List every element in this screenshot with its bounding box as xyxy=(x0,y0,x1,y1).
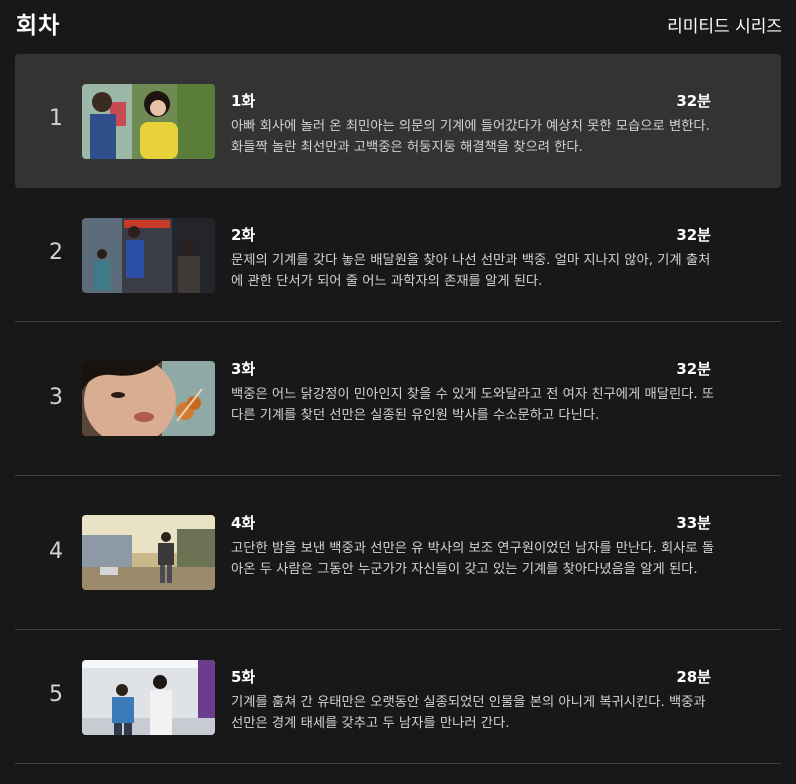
episode-description: 백중은 어느 닭강정이 민아인지 찾을 수 있게 도와달라고 전 여자 친구에게… xyxy=(231,387,715,423)
episode-description: 고단한 밤을 보낸 백중과 선만은 유 박사의 보조 연구원이었던 남자를 만난… xyxy=(231,541,715,577)
episode-thumbnail[interactable] xyxy=(82,361,215,436)
episode-title: 2화 xyxy=(231,226,256,244)
episodes-header: 회차 리미티드 시리즈 xyxy=(16,0,782,44)
episode-duration: 32분 xyxy=(676,92,711,110)
episode-duration: 28분 xyxy=(676,668,711,686)
episode-description: 아빠 회사에 놀러 온 최민아는 의문의 기계에 들어갔다가 예상치 못한 모습… xyxy=(231,119,710,155)
episode-title: 1화 xyxy=(231,92,256,110)
episode-thumbnail[interactable] xyxy=(82,660,215,735)
episode-2-still xyxy=(82,218,215,293)
episode-title: 5화 xyxy=(231,668,256,686)
episode-duration: 32분 xyxy=(676,226,711,244)
episode-description: 문제의 기계를 갖다 놓은 배달원을 찾아 나선 선만과 백중. 얼마 지나지 … xyxy=(231,253,711,289)
episode-4-still xyxy=(82,515,215,590)
episode-5-still xyxy=(82,660,215,735)
episode-thumbnail[interactable] xyxy=(82,515,215,590)
episode-thumbnail[interactable] xyxy=(82,218,215,293)
episode-title: 4화 xyxy=(231,514,256,532)
episode-item-4[interactable]: 4 4화 33분 고단한 밤을 보낸 백중과 선만은 유 박사의 보조 연구원이… xyxy=(15,476,781,630)
episode-duration: 33분 xyxy=(676,514,711,532)
limited-series-label: 리미티드 시리즈 xyxy=(667,17,782,37)
episode-item-2[interactable]: 2 2화 32분 문제의 기계를 갖다 놓은 배달원을 찾아 나선 선만과 백중… xyxy=(15,188,781,322)
episode-duration: 32분 xyxy=(676,360,711,378)
episode-item-1[interactable]: 1 1화 32분 아빠 회사에 놀러 온 최민아는 의문의 기계에 들어갔다가 … xyxy=(15,54,781,188)
episode-item-3[interactable]: 3 3화 32분 백중은 어느 닭강정이 민아인지 찾을 수 있게 도와달라고 … xyxy=(15,322,781,476)
episode-description: 기계를 훔쳐 간 유태만은 오랫동안 실종되었던 인물을 본의 아니게 복귀시킨… xyxy=(231,695,706,731)
episode-item-5[interactable]: 5 5화 28분 기계를 훔쳐 간 유태만은 오랫동안 실종되었던 인물을 본의… xyxy=(15,630,781,764)
episodes-heading: 회차 xyxy=(16,13,61,39)
episode-title: 3화 xyxy=(231,360,256,378)
episode-list: 1 1화 32분 아빠 회사에 놀러 온 최민아는 의문의 기계에 들어갔다가 … xyxy=(15,54,781,764)
episode-thumbnail[interactable] xyxy=(82,84,215,159)
episode-1-still xyxy=(82,84,215,159)
episode-3-still xyxy=(82,361,215,436)
